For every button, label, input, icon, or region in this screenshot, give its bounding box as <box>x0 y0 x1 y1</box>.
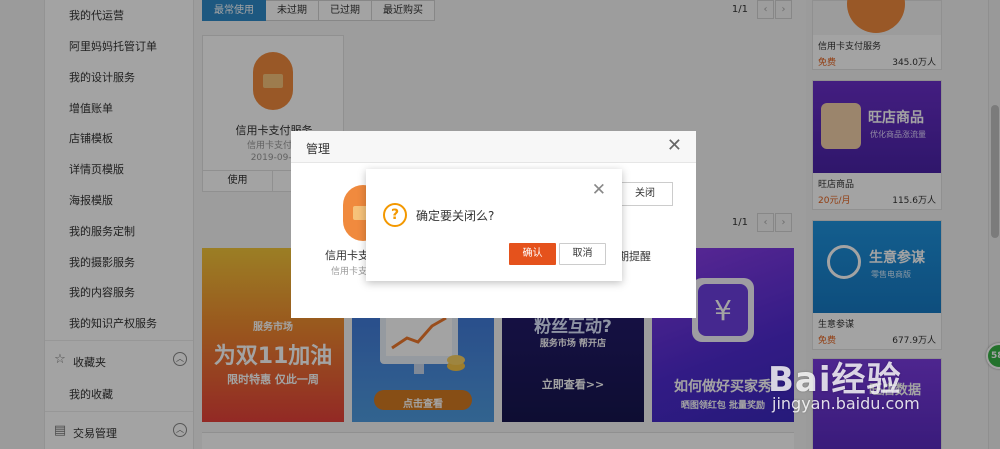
cancel-button[interactable]: 取消 <box>559 243 606 265</box>
watermark-url: jingyan.baidu.com <box>772 394 920 413</box>
dialog-title: 管理 <box>306 142 331 156</box>
service-subtitle: 信用卡支 <box>331 267 368 277</box>
dialog-header: 管理 ✕ <box>291 131 696 163</box>
confirm-message: 确定要关闭么? <box>416 209 495 223</box>
question-icon: ? <box>383 203 407 227</box>
close-service-button[interactable]: 关闭 <box>617 182 673 206</box>
confirm-dialog: ✕ ? 确定要关闭么? 确认 取消 <box>366 169 622 281</box>
baidu-jingyan-watermark: Bai经验 jingyan.baidu.com <box>768 352 988 449</box>
close-icon[interactable]: ✕ <box>667 136 682 156</box>
close-icon[interactable]: ✕ <box>592 181 606 199</box>
confirm-button[interactable]: 确认 <box>509 243 556 265</box>
expiry-reminder-label: 期提醒 <box>618 250 651 263</box>
